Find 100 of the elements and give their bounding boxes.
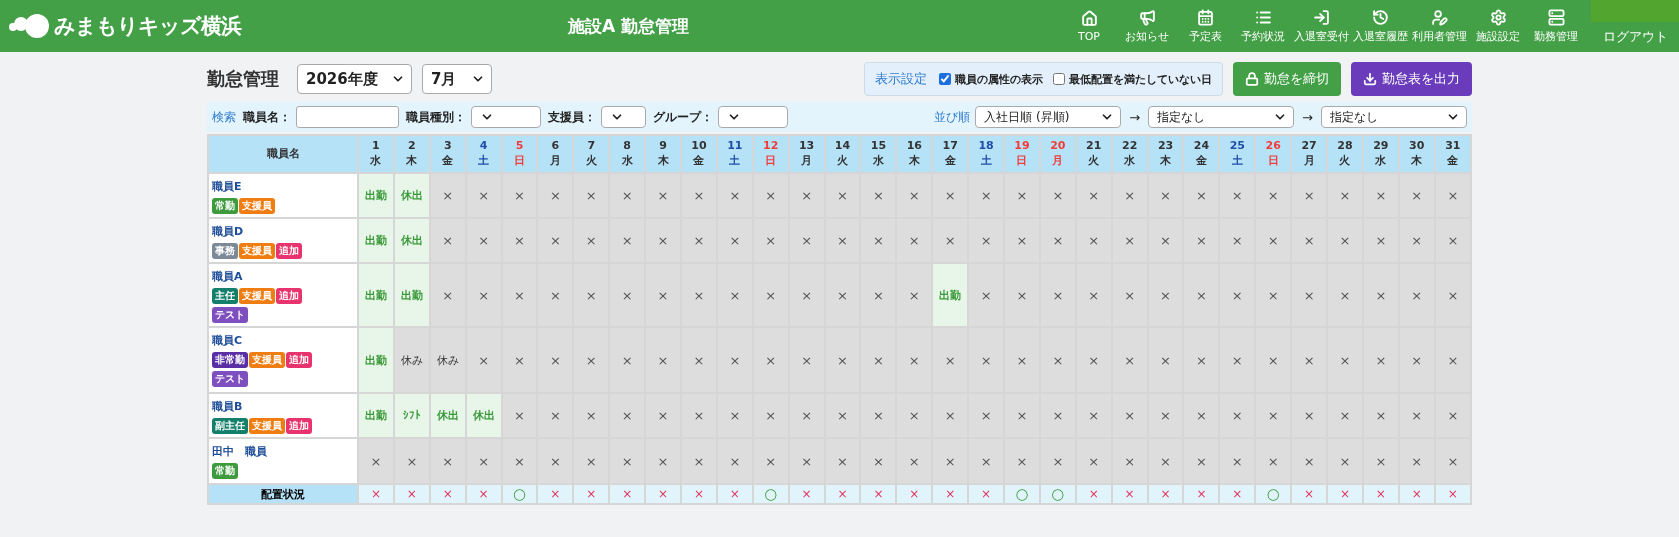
attendance-cell[interactable]: × — [429, 218, 466, 263]
attendance-cell[interactable]: × — [1291, 263, 1328, 327]
attendance-cell[interactable]: × — [1255, 218, 1292, 263]
filter-select[interactable] — [718, 106, 788, 128]
attendance-cell[interactable]: × — [1362, 263, 1399, 327]
attendance-cell[interactable]: × — [860, 393, 897, 438]
staff-name[interactable]: 職員E — [212, 179, 354, 194]
attendance-cell[interactable]: × — [645, 173, 681, 218]
attendance-cell[interactable]: × — [824, 173, 861, 218]
attendance-cell[interactable]: × — [1434, 393, 1471, 438]
attendance-cell[interactable]: × — [752, 327, 789, 393]
attendance-cell[interactable]: × — [1255, 438, 1292, 484]
attendance-cell[interactable]: × — [1255, 173, 1292, 218]
attendance-cell[interactable]: × — [1004, 218, 1040, 263]
attendance-cell[interactable]: × — [860, 173, 897, 218]
attendance-cell[interactable]: × — [1039, 393, 1076, 438]
attendance-cell[interactable]: × — [1434, 438, 1471, 484]
attendance-cell[interactable]: × — [537, 327, 574, 393]
attendance-cell[interactable]: × — [609, 263, 646, 327]
attendance-cell[interactable]: × — [968, 263, 1005, 327]
attendance-cell[interactable]: × — [1219, 327, 1256, 393]
attendance-cell[interactable]: × — [1039, 263, 1076, 327]
attendance-cell[interactable]: × — [1183, 393, 1220, 438]
attendance-cell[interactable]: × — [1291, 393, 1328, 438]
nav-item[interactable]: 予定表 — [1176, 0, 1234, 52]
attendance-cell[interactable]: × — [716, 327, 753, 393]
attendance-cell[interactable]: × — [1183, 218, 1220, 263]
attendance-cell[interactable]: × — [681, 327, 717, 393]
year-select[interactable]: 2026年度 — [297, 64, 412, 94]
attendance-cell[interactable]: × — [537, 393, 574, 438]
attendance-cell[interactable]: 休出 — [393, 173, 430, 218]
attendance-cell[interactable]: × — [609, 173, 646, 218]
attendance-cell[interactable]: × — [573, 438, 610, 484]
attendance-cell[interactable]: × — [788, 327, 825, 393]
attendance-cell[interactable]: × — [501, 263, 538, 327]
attendance-cell[interactable]: × — [1039, 438, 1076, 484]
attendance-cell[interactable]: × — [1434, 218, 1471, 263]
attendance-cell[interactable]: × — [1362, 438, 1399, 484]
attendance-cell[interactable]: × — [788, 393, 825, 438]
attendance-cell[interactable]: × — [609, 438, 646, 484]
attendance-cell[interactable]: × — [968, 327, 1005, 393]
attendance-cell[interactable]: × — [465, 218, 502, 263]
attendance-cell[interactable]: ｼﾌﾄ — [393, 393, 430, 438]
attendance-cell[interactable]: × — [1075, 173, 1112, 218]
attendance-cell[interactable]: 出勤 — [932, 263, 969, 327]
attendance-cell[interactable]: × — [681, 263, 717, 327]
attendance-cell[interactable]: × — [1111, 393, 1148, 438]
attendance-cell[interactable]: × — [932, 173, 969, 218]
attendance-cell[interactable]: × — [1075, 393, 1112, 438]
attendance-cell[interactable]: × — [1219, 263, 1256, 327]
attendance-cell[interactable]: × — [465, 173, 502, 218]
filter-select[interactable] — [471, 106, 541, 128]
attendance-cell[interactable]: × — [1327, 327, 1363, 393]
attendance-cell[interactable]: × — [573, 327, 610, 393]
attendance-cell[interactable]: × — [716, 393, 753, 438]
attendance-cell[interactable]: × — [1362, 218, 1399, 263]
attendance-cell[interactable]: × — [537, 263, 574, 327]
attendance-cell[interactable]: × — [1147, 438, 1184, 484]
attendance-cell[interactable]: × — [537, 218, 574, 263]
nav-item[interactable]: 入退室受付 — [1292, 0, 1351, 52]
attendance-cell[interactable]: × — [1434, 263, 1471, 327]
attendance-cell[interactable]: × — [824, 218, 861, 263]
attendance-cell[interactable]: × — [1291, 218, 1328, 263]
attendance-cell[interactable]: × — [932, 327, 969, 393]
attendance-cell[interactable]: × — [501, 327, 538, 393]
attendance-cell[interactable]: × — [465, 327, 502, 393]
attendance-cell[interactable]: 休出 — [393, 218, 430, 263]
attendance-cell[interactable]: × — [824, 438, 861, 484]
attendance-cell[interactable]: 出勤 — [358, 327, 394, 393]
attendance-cell[interactable]: × — [1362, 327, 1399, 393]
attendance-cell[interactable]: × — [896, 393, 933, 438]
attendance-cell[interactable]: × — [1291, 438, 1328, 484]
attendance-cell[interactable]: × — [1004, 438, 1040, 484]
attendance-cell[interactable]: × — [1183, 327, 1220, 393]
attendance-cell[interactable]: × — [1327, 263, 1363, 327]
attendance-cell[interactable]: × — [968, 173, 1005, 218]
attendance-cell[interactable]: × — [788, 438, 825, 484]
attendance-cell[interactable]: × — [681, 438, 717, 484]
attendance-cell[interactable]: × — [1004, 173, 1040, 218]
attendance-cell[interactable]: × — [1147, 218, 1184, 263]
staff-name[interactable]: 職員B — [212, 399, 354, 414]
attendance-cell[interactable]: × — [968, 218, 1005, 263]
sort-select[interactable]: 入社日順 (昇順) — [975, 106, 1122, 128]
attendance-cell[interactable]: × — [1039, 173, 1076, 218]
checkbox[interactable] — [939, 73, 951, 85]
attendance-cell[interactable]: × — [429, 173, 466, 218]
attendance-cell[interactable]: × — [1434, 173, 1471, 218]
attendance-cell[interactable]: × — [573, 393, 610, 438]
nav-item[interactable]: TOP — [1060, 0, 1118, 52]
attendance-cell[interactable]: × — [1434, 327, 1471, 393]
nav-item[interactable]: 入退室履歴 — [1351, 0, 1410, 52]
attendance-cell[interactable]: × — [1362, 393, 1399, 438]
attendance-cell[interactable]: × — [1075, 327, 1112, 393]
staff-name[interactable]: 職員D — [212, 224, 354, 239]
attendance-cell[interactable]: × — [1111, 438, 1148, 484]
attendance-cell[interactable]: × — [537, 438, 574, 484]
filter-select[interactable] — [601, 106, 646, 128]
attendance-cell[interactable]: × — [1183, 438, 1220, 484]
attendance-cell[interactable]: × — [1398, 438, 1435, 484]
close-attendance-button[interactable]: 勤怠を締切 — [1233, 62, 1341, 96]
